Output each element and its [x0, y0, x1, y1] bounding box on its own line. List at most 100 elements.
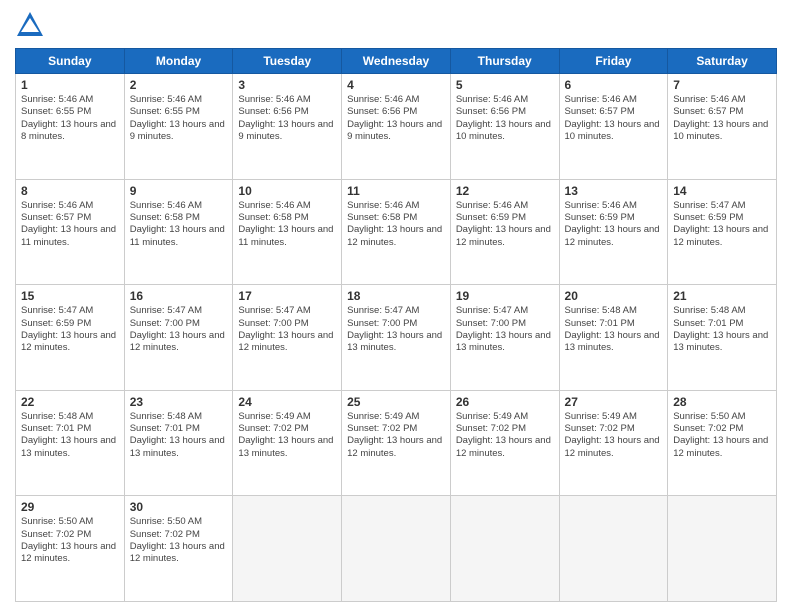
day-number: 3 — [238, 78, 336, 92]
header — [15, 10, 777, 40]
day-cell: 17 Sunrise: 5:47 AMSunset: 7:00 PMDayligh… — [233, 285, 342, 391]
day-info: Sunrise: 5:49 AMSunset: 7:02 PMDaylight:… — [456, 411, 554, 460]
day-cell — [559, 496, 668, 602]
day-number: 17 — [238, 289, 336, 303]
day-info: Sunrise: 5:46 AMSunset: 6:55 PMDaylight:… — [130, 94, 228, 143]
days-row: SundayMondayTuesdayWednesdayThursdayFrid… — [16, 49, 777, 74]
day-number: 1 — [21, 78, 119, 92]
week-row-3: 15Sunrise: 5:47 AMSunset: 6:59 PMDayligh… — [16, 285, 777, 391]
day-info: Sunrise: 5:46 AMSunset: 6:58 PMDaylight:… — [347, 200, 445, 249]
day-cell: 6 Sunrise: 5:46 AMSunset: 6:57 PMDaylight… — [559, 74, 668, 180]
day-cell: 18 Sunrise: 5:47 AMSunset: 7:00 PMDayligh… — [342, 285, 451, 391]
day-cell — [450, 496, 559, 602]
day-cell: 25 Sunrise: 5:49 AMSunset: 7:02 PMDayligh… — [342, 390, 451, 496]
week-row-5: 29Sunrise: 5:50 AMSunset: 7:02 PMDayligh… — [16, 496, 777, 602]
day-info: Sunrise: 5:47 AMSunset: 7:00 PMDaylight:… — [456, 305, 554, 354]
day-info: Sunrise: 5:48 AMSunset: 7:01 PMDaylight:… — [565, 305, 663, 354]
day-header-tuesday: Tuesday — [233, 49, 342, 74]
day-cell: 27 Sunrise: 5:49 AMSunset: 7:02 PMDayligh… — [559, 390, 668, 496]
day-info: Sunrise: 5:46 AMSunset: 6:58 PMDaylight:… — [238, 200, 336, 249]
day-cell: 13 Sunrise: 5:46 AMSunset: 6:59 PMDayligh… — [559, 179, 668, 285]
day-number: 16 — [130, 289, 228, 303]
day-info: Sunrise: 5:49 AMSunset: 7:02 PMDaylight:… — [565, 411, 663, 460]
day-info: Sunrise: 5:46 AMSunset: 6:59 PMDaylight:… — [456, 200, 554, 249]
day-cell: 1 Sunrise: 5:46 AMSunset: 6:55 PMDaylight… — [16, 74, 125, 180]
day-info: Sunrise: 5:48 AMSunset: 7:01 PMDaylight:… — [673, 305, 771, 354]
day-header-sunday: Sunday — [16, 49, 125, 74]
day-number: 21 — [673, 289, 771, 303]
day-info: Sunrise: 5:48 AMSunset: 7:01 PMDaylight:… — [21, 411, 119, 460]
week-row-4: 22 Sunrise: 5:48 AMSunset: 7:01 PMDayligh… — [16, 390, 777, 496]
day-number: 18 — [347, 289, 445, 303]
day-cell: 12 Sunrise: 5:46 AMSunset: 6:59 PMDayligh… — [450, 179, 559, 285]
day-cell — [342, 496, 451, 602]
day-number: 10 — [238, 184, 336, 198]
day-info: Sunrise: 5:49 AMSunset: 7:02 PMDaylight:… — [347, 411, 445, 460]
week-row-2: 8 Sunrise: 5:46 AMSunset: 6:57 PMDaylight… — [16, 179, 777, 285]
day-cell: 3 Sunrise: 5:46 AMSunset: 6:56 PMDaylight… — [233, 74, 342, 180]
day-info: Sunrise: 5:50 AMSunset: 7:02 PMDaylight:… — [130, 516, 228, 565]
day-cell — [233, 496, 342, 602]
day-cell: 19 Sunrise: 5:47 AMSunset: 7:00 PMDayligh… — [450, 285, 559, 391]
day-number: 27 — [565, 395, 663, 409]
day-number: 30 — [130, 500, 228, 514]
day-number: 19 — [456, 289, 554, 303]
day-cell: 29Sunrise: 5:50 AMSunset: 7:02 PMDayligh… — [16, 496, 125, 602]
day-info: Sunrise: 5:49 AMSunset: 7:02 PMDaylight:… — [238, 411, 336, 460]
day-number: 11 — [347, 184, 445, 198]
day-number: 22 — [21, 395, 119, 409]
day-cell: 28Sunrise: 5:50 AMSunset: 7:02 PMDayligh… — [668, 390, 777, 496]
day-cell: 8 Sunrise: 5:46 AMSunset: 6:57 PMDaylight… — [16, 179, 125, 285]
day-number: 7 — [673, 78, 771, 92]
calendar: SundayMondayTuesdayWednesdayThursdayFrid… — [15, 48, 777, 602]
day-info: Sunrise: 5:46 AMSunset: 6:55 PMDaylight:… — [21, 94, 119, 143]
day-number: 13 — [565, 184, 663, 198]
day-cell — [668, 496, 777, 602]
day-info: Sunrise: 5:46 AMSunset: 6:59 PMDaylight:… — [565, 200, 663, 249]
day-info: Sunrise: 5:47 AMSunset: 6:59 PMDaylight:… — [673, 200, 771, 249]
day-info: Sunrise: 5:46 AMSunset: 6:58 PMDaylight:… — [130, 200, 228, 249]
day-cell: 5 Sunrise: 5:46 AMSunset: 6:56 PMDaylight… — [450, 74, 559, 180]
day-number: 20 — [565, 289, 663, 303]
day-number: 26 — [456, 395, 554, 409]
day-header-friday: Friday — [559, 49, 668, 74]
day-cell: 7Sunrise: 5:46 AMSunset: 6:57 PMDaylight… — [668, 74, 777, 180]
day-info: Sunrise: 5:46 AMSunset: 6:57 PMDaylight:… — [21, 200, 119, 249]
day-header-saturday: Saturday — [668, 49, 777, 74]
day-info: Sunrise: 5:47 AMSunset: 7:00 PMDaylight:… — [347, 305, 445, 354]
day-info: Sunrise: 5:48 AMSunset: 7:01 PMDaylight:… — [130, 411, 228, 460]
week-row-1: 1 Sunrise: 5:46 AMSunset: 6:55 PMDaylight… — [16, 74, 777, 180]
calendar-header: SundayMondayTuesdayWednesdayThursdayFrid… — [16, 49, 777, 74]
logo — [15, 10, 49, 40]
day-cell: 10 Sunrise: 5:46 AMSunset: 6:58 PMDayligh… — [233, 179, 342, 285]
day-number: 4 — [347, 78, 445, 92]
logo-icon — [15, 10, 45, 40]
day-number: 6 — [565, 78, 663, 92]
day-number: 23 — [130, 395, 228, 409]
day-info: Sunrise: 5:47 AMSunset: 6:59 PMDaylight:… — [21, 305, 119, 354]
day-header-monday: Monday — [124, 49, 233, 74]
day-info: Sunrise: 5:46 AMSunset: 6:56 PMDaylight:… — [456, 94, 554, 143]
day-cell: 20 Sunrise: 5:48 AMSunset: 7:01 PMDayligh… — [559, 285, 668, 391]
day-info: Sunrise: 5:46 AMSunset: 6:57 PMDaylight:… — [565, 94, 663, 143]
day-cell: 4 Sunrise: 5:46 AMSunset: 6:56 PMDaylight… — [342, 74, 451, 180]
day-cell: 9Sunrise: 5:46 AMSunset: 6:58 PMDaylight… — [124, 179, 233, 285]
day-number: 24 — [238, 395, 336, 409]
day-cell: 14 Sunrise: 5:47 AMSunset: 6:59 PMDayligh… — [668, 179, 777, 285]
day-number: 8 — [21, 184, 119, 198]
day-number: 12 — [456, 184, 554, 198]
day-cell: 15Sunrise: 5:47 AMSunset: 6:59 PMDayligh… — [16, 285, 125, 391]
day-info: Sunrise: 5:47 AMSunset: 7:00 PMDaylight:… — [130, 305, 228, 354]
day-number: 14 — [673, 184, 771, 198]
day-cell: 26 Sunrise: 5:49 AMSunset: 7:02 PMDayligh… — [450, 390, 559, 496]
day-cell: 30 Sunrise: 5:50 AMSunset: 7:02 PMDayligh… — [124, 496, 233, 602]
day-cell: 23 Sunrise: 5:48 AMSunset: 7:01 PMDayligh… — [124, 390, 233, 496]
day-info: Sunrise: 5:46 AMSunset: 6:56 PMDaylight:… — [238, 94, 336, 143]
day-info: Sunrise: 5:46 AMSunset: 6:56 PMDaylight:… — [347, 94, 445, 143]
day-info: Sunrise: 5:47 AMSunset: 7:00 PMDaylight:… — [238, 305, 336, 354]
day-number: 25 — [347, 395, 445, 409]
day-number: 2 — [130, 78, 228, 92]
day-number: 5 — [456, 78, 554, 92]
day-cell: 11 Sunrise: 5:46 AMSunset: 6:58 PMDayligh… — [342, 179, 451, 285]
calendar-body: 1 Sunrise: 5:46 AMSunset: 6:55 PMDaylight… — [16, 74, 777, 602]
